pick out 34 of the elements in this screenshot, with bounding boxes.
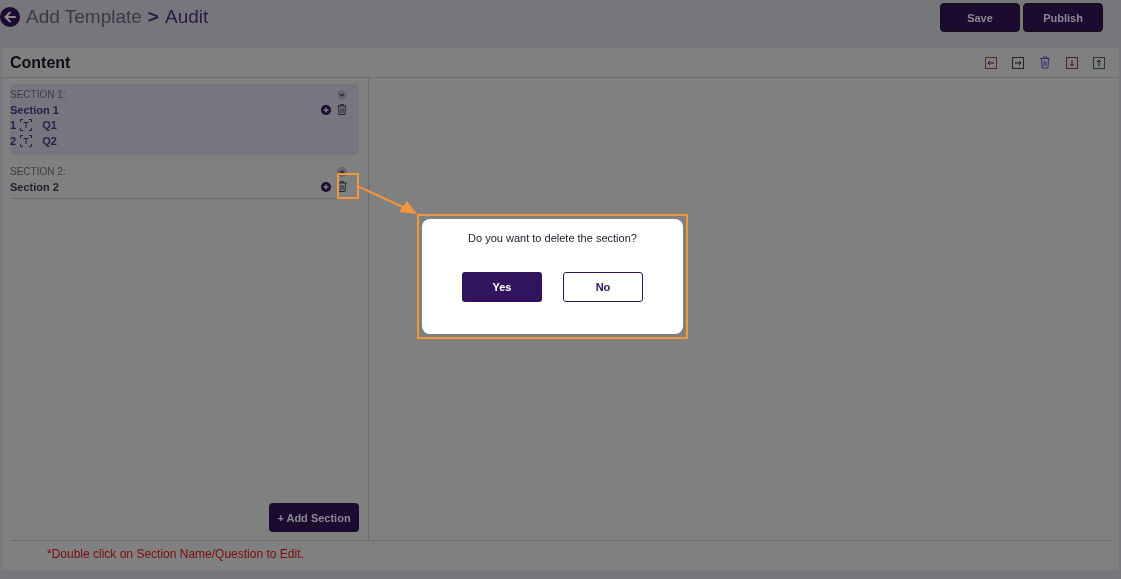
section-label: SECTION 2: xyxy=(10,166,66,177)
section-name[interactable]: Section 1 xyxy=(10,103,59,116)
move-down-icon[interactable] xyxy=(1066,56,1078,69)
delete-icon[interactable] xyxy=(337,181,347,192)
no-button[interactable]: No xyxy=(563,272,643,302)
move-up-icon[interactable] xyxy=(1093,56,1105,69)
section-name[interactable]: Section 2 xyxy=(10,180,59,193)
edit-hint: *Double click on Section Name/Question to Edit. xyxy=(10,540,1111,570)
add-icon[interactable] xyxy=(321,181,331,192)
question-text[interactable]: Q1 xyxy=(42,119,57,131)
question-text[interactable]: Q2 xyxy=(42,135,57,147)
add-icon[interactable] xyxy=(321,104,331,115)
chevron-icon[interactable] xyxy=(337,166,347,177)
yes-button[interactable]: Yes xyxy=(462,272,542,302)
publish-button[interactable]: Publish xyxy=(1023,3,1103,32)
save-button[interactable]: Save xyxy=(940,3,1020,32)
breadcrumb-separator: > xyxy=(147,6,159,28)
breadcrumb-link[interactable]: Add Template xyxy=(26,6,142,28)
delete-icon[interactable] xyxy=(337,104,347,115)
annotation-arrow xyxy=(357,184,419,216)
move-left-icon[interactable] xyxy=(985,56,997,69)
text-type-icon xyxy=(20,119,33,131)
question-number: 2 xyxy=(10,135,17,147)
move-right-icon[interactable] xyxy=(1012,56,1024,69)
question-number: 1 xyxy=(10,119,17,131)
highlight-frame xyxy=(337,173,359,199)
add-section-button[interactable]: + Add Section xyxy=(269,503,359,532)
delete-icon[interactable] xyxy=(1039,56,1051,69)
panel-title: Content xyxy=(10,53,71,72)
section-card[interactable]: SECTION 2: Section 2 xyxy=(10,161,359,199)
text-type-icon xyxy=(20,135,33,147)
chevron-icon[interactable] xyxy=(337,89,347,100)
breadcrumb-current: Audit xyxy=(164,6,209,28)
dialog-message: Do you want to delete the section? xyxy=(468,232,637,244)
